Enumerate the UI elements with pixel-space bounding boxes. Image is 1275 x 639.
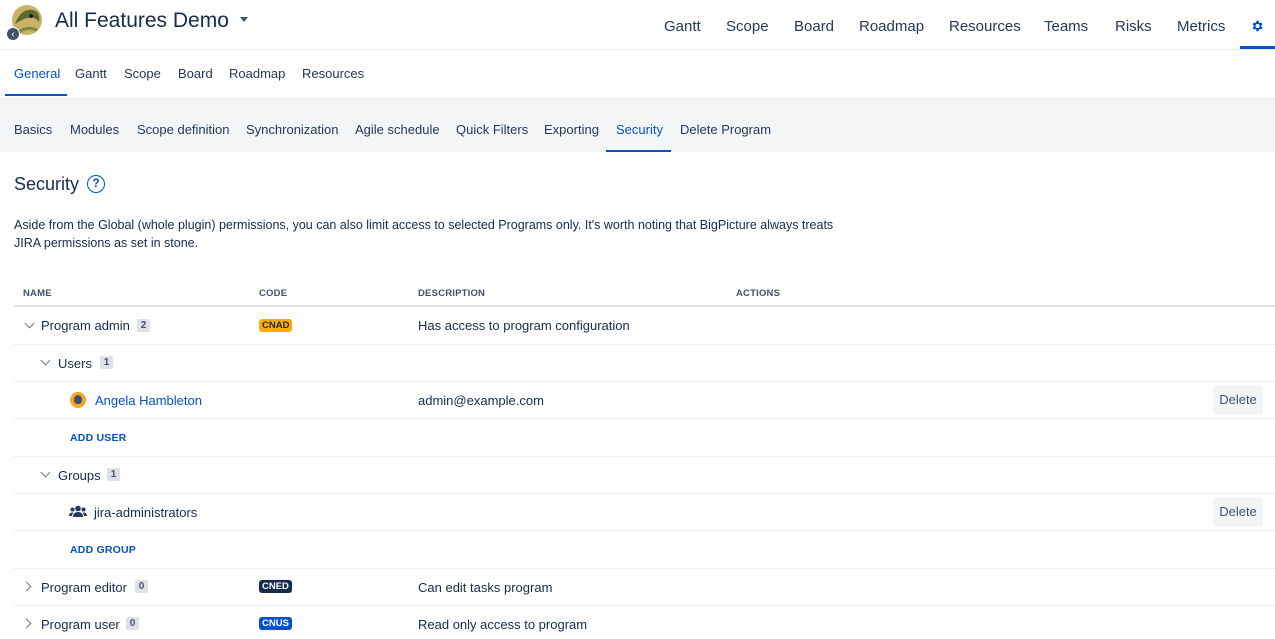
active-tab-indicator [5,94,67,96]
primary-tabs: General Gantt Scope Board Roadmap Resour… [0,50,1275,97]
tab-general[interactable]: General [14,66,60,81]
nav-metrics[interactable]: Metrics [1177,18,1225,35]
chevron-down-icon[interactable] [40,355,51,366]
column-header-code: CODE [259,288,288,299]
back-icon[interactable]: ‹ [6,27,20,41]
row-divider [14,418,1275,419]
group-icon [69,505,87,517]
tab-basics[interactable]: Basics [14,122,52,137]
avatar [70,392,86,408]
row-divider [14,568,1275,569]
column-header-actions: ACTIONS [736,288,781,299]
tab-roadmap[interactable]: Roadmap [229,66,285,81]
role-count-badge: 2 [137,319,150,332]
role-description: Read only access to program [418,617,588,632]
nav-risks[interactable]: Risks [1115,18,1152,35]
row-divider [14,530,1275,531]
nav-gantt[interactable]: Gantt [664,18,701,35]
row-divider [14,456,1275,457]
add-user-link[interactable]: ADD USER [70,432,126,444]
row-divider [14,381,1275,382]
group-name: jira-administrators [94,505,198,520]
delete-group-button[interactable]: Delete [1213,497,1263,527]
nav-scope[interactable]: Scope [726,18,769,35]
groups-count-badge: 1 [107,468,120,481]
row-divider [14,344,1275,345]
role-name-program-admin: Program admin [41,318,130,333]
tab-resources[interactable]: Resources [302,66,364,81]
chevron-down-icon[interactable] [24,318,35,329]
role-code-badge: CNUS [259,617,292,630]
nav-resources[interactable]: Resources [949,18,1021,35]
role-name-program-editor: Program editor [41,580,127,595]
section-description: Aside from the Global (whole plugin) per… [14,218,834,250]
column-header-description: DESCRIPTION [418,288,486,299]
secondary-tabs: Basics Modules Scope definition Synchron… [0,97,1275,152]
user-email: admin@example.com [418,393,544,408]
settings-tab[interactable] [1240,0,1275,49]
row-divider [14,493,1275,494]
nav-board[interactable]: Board [794,18,834,35]
page-title: Security [14,174,80,194]
users-group-label: Users [58,356,92,371]
nav-teams[interactable]: Teams [1044,18,1088,35]
users-count-badge: 1 [100,356,113,369]
help-icon[interactable]: ? [87,175,105,193]
role-count-badge: 0 [126,617,139,630]
tab-quick-filters[interactable]: Quick Filters [456,122,528,137]
tab-scope[interactable]: Scope [124,66,161,81]
role-description: Can edit tasks program [418,580,553,595]
nav-roadmap[interactable]: Roadmap [859,18,924,35]
chevron-down-icon[interactable] [240,17,248,22]
column-header-name: NAME [23,288,52,299]
groups-group-label: Groups [58,468,101,483]
chevron-down-icon[interactable] [40,467,51,478]
tab-security[interactable]: Security [616,122,663,137]
role-code-badge: CNED [259,580,292,593]
tab-agile-schedule[interactable]: Agile schedule [355,122,440,137]
user-name-link[interactable]: Angela Hambleton [95,393,202,408]
tab-synchronization[interactable]: Synchronization [246,122,339,137]
role-code-badge: CNAD [259,319,293,332]
tab-board[interactable]: Board [178,66,213,81]
tab-modules[interactable]: Modules [70,122,119,137]
tab-gantt[interactable]: Gantt [75,66,107,81]
add-group-link[interactable]: ADD GROUP [70,544,136,556]
table-header-divider [14,305,1275,307]
chevron-right-icon[interactable] [21,581,32,592]
delete-user-button[interactable]: Delete [1213,385,1263,415]
top-bar: ‹ All Features Demo Gantt Scope Board Ro… [0,0,1275,50]
active-subtab-indicator [606,150,671,152]
role-description: Has access to program configuration [418,318,630,333]
role-name-program-user: Program user [41,617,120,632]
tab-exporting[interactable]: Exporting [544,122,599,137]
tab-delete-program[interactable]: Delete Program [680,122,771,137]
app-title[interactable]: All Features Demo [55,9,229,33]
role-count-badge: 0 [135,580,148,593]
gear-icon [1252,20,1263,32]
row-divider [14,605,1275,606]
tab-scope-definition[interactable]: Scope definition [137,122,230,137]
chevron-right-icon[interactable] [21,618,32,629]
